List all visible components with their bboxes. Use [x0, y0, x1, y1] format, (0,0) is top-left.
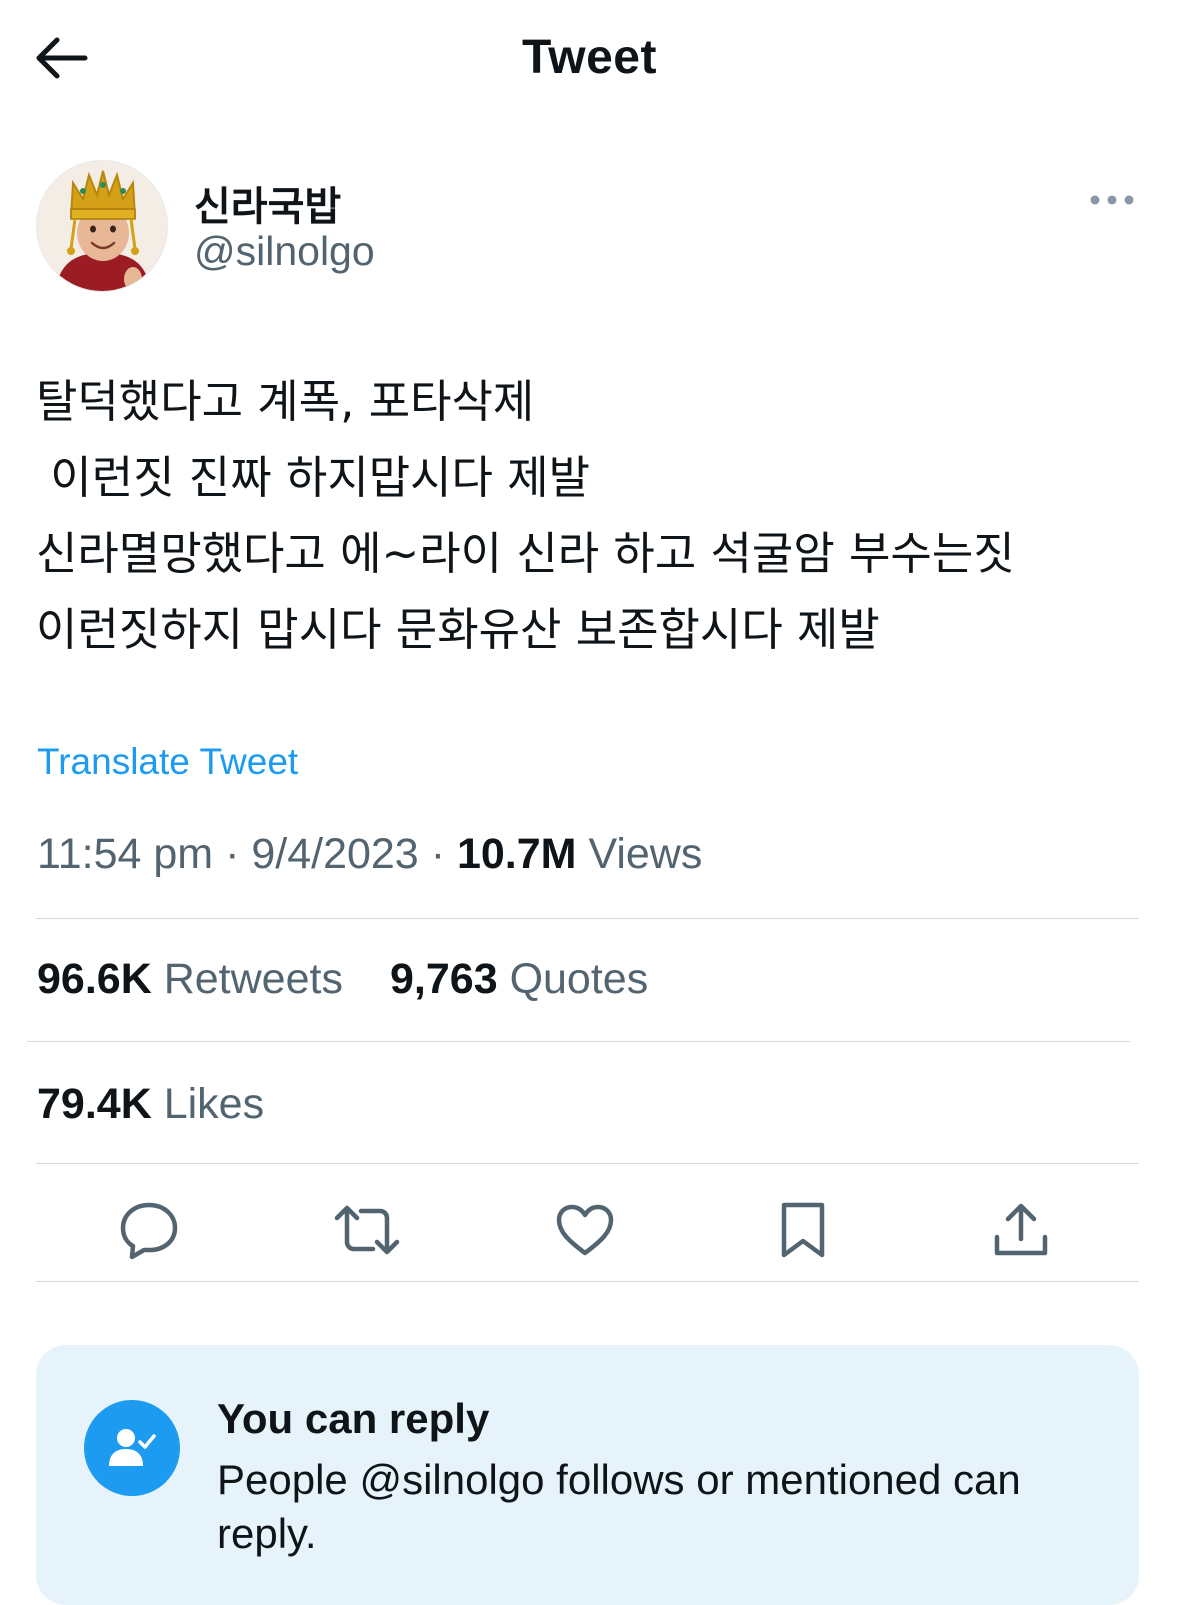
- views-label: Views: [588, 830, 703, 878]
- tweet-text-line: 신라멸망했다고 에~라이 신라 하고 석굴암 부수는짓: [36, 527, 1015, 580]
- divider: [36, 918, 1139, 919]
- quotes-label: Quotes: [509, 955, 649, 1003]
- share-icon: [994, 1203, 1048, 1256]
- divider: [36, 1163, 1139, 1164]
- reply-permission-title: You can reply: [217, 1395, 490, 1442]
- page-title: Tweet: [522, 31, 657, 84]
- reply-permission-card: You can reply People @silnolgo follows o…: [36, 1345, 1139, 1605]
- divider: [27, 1041, 1130, 1042]
- likes-stat[interactable]: 79.4K Likes: [37, 1080, 264, 1129]
- reply-permission-badge: [84, 1400, 180, 1496]
- heart-icon: [556, 1204, 614, 1256]
- retweets-stat[interactable]: 96.6K Retweets: [37, 955, 343, 1004]
- tweet-text-line: 이런짓하지 맙시다 문화유산 보존합시다 제발: [36, 603, 880, 656]
- reply-permission-description: People @silnolgo follows or mentioned ca…: [217, 1456, 1021, 1557]
- more-horizontal-icon: [1090, 195, 1134, 205]
- meta-separator: ·: [430, 830, 446, 878]
- share-button[interactable]: [985, 1194, 1057, 1266]
- divider: [36, 1281, 1139, 1282]
- quotes-count: 9,763: [390, 955, 498, 1003]
- tweet-date[interactable]: 9/4/2023: [251, 830, 418, 878]
- comment-icon: [120, 1202, 178, 1260]
- retweet-icon: [334, 1205, 400, 1255]
- reply-button[interactable]: [113, 1194, 185, 1266]
- bookmark-icon: [781, 1202, 825, 1258]
- translate-tweet-link[interactable]: Translate Tweet: [37, 741, 298, 783]
- retweet-button[interactable]: [331, 1194, 403, 1266]
- avatar-image: [37, 161, 167, 291]
- avatar[interactable]: [36, 160, 168, 292]
- tweet-meta: 11:54 pm · 9/4/2023 · 10.7M Views: [37, 830, 702, 879]
- retweets-label: Retweets: [163, 955, 343, 1003]
- person-check-icon: [109, 1429, 156, 1466]
- bookmark-button[interactable]: [767, 1194, 839, 1266]
- top-bar: Tweet: [0, 0, 1179, 115]
- like-button[interactable]: [549, 1194, 621, 1266]
- tweet-text-line: 이런짓 진짜 하지맙시다 제발: [36, 451, 591, 504]
- retweets-count: 96.6K: [37, 955, 152, 1003]
- meta-separator: ·: [225, 830, 240, 878]
- author-handle[interactable]: @silnolgo: [194, 228, 375, 275]
- views-count: 10.7M: [456, 830, 577, 878]
- tweet-time[interactable]: 11:54 pm: [37, 830, 213, 878]
- author-display-name[interactable]: 신라국밥: [194, 174, 341, 232]
- tweet-text-line: 탈덕했다고 계폭, 포타삭제: [36, 375, 535, 428]
- tweet-text: 탈덕했다고 계폭, 포타삭제 이런짓 진짜 하지맙시다 제발 신라멸망했다고 에…: [36, 364, 1146, 668]
- likes-label: Likes: [163, 1080, 265, 1128]
- more-options-button[interactable]: [1082, 178, 1142, 222]
- quotes-stat[interactable]: 9,763 Quotes: [390, 955, 648, 1004]
- likes-count: 79.4K: [37, 1080, 152, 1128]
